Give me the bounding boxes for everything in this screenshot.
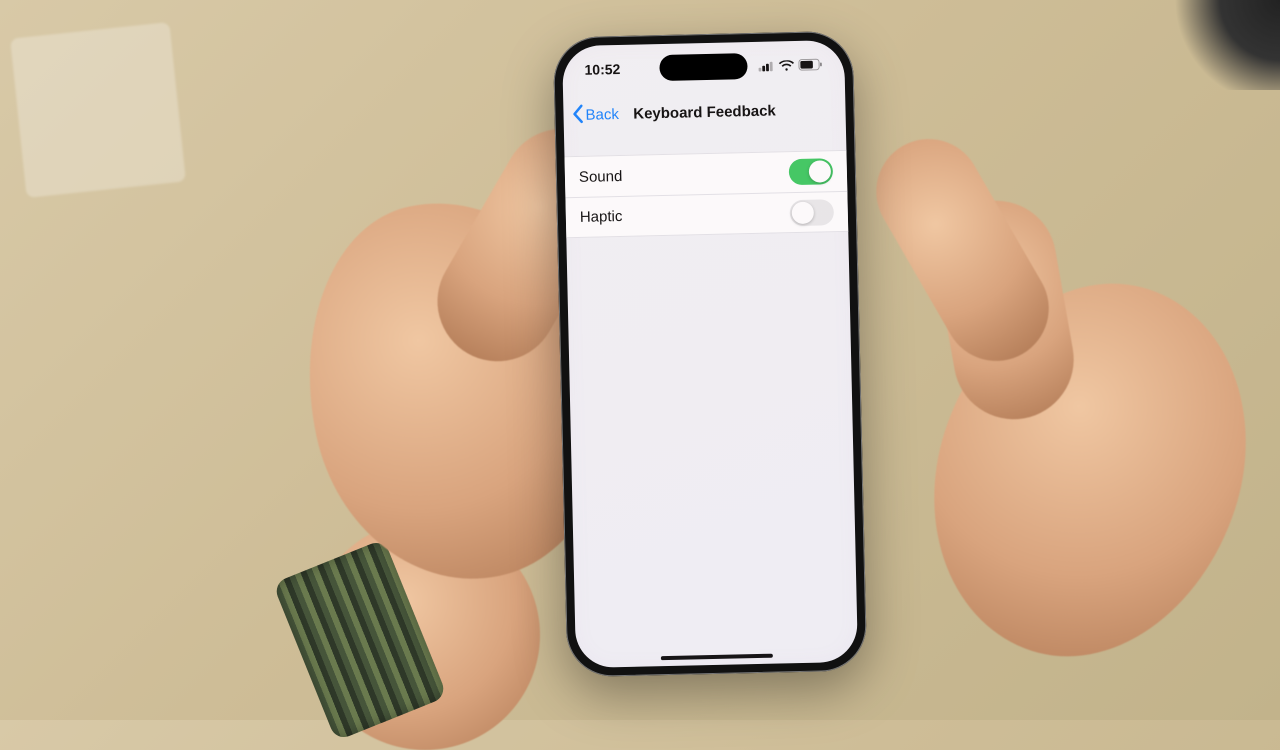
battery-icon bbox=[798, 58, 822, 71]
back-label: Back bbox=[585, 106, 619, 124]
settings-group: Sound Haptic bbox=[564, 150, 848, 238]
row-haptic-label: Haptic bbox=[580, 208, 623, 226]
row-sound-label: Sound bbox=[579, 167, 623, 185]
home-indicator[interactable] bbox=[661, 654, 773, 661]
background-dark-corner bbox=[1160, 0, 1280, 90]
row-haptic: Haptic bbox=[565, 191, 848, 237]
cellular-icon bbox=[758, 60, 774, 71]
chevron-left-icon bbox=[571, 103, 584, 127]
toggle-knob bbox=[792, 201, 814, 223]
sound-toggle[interactable] bbox=[789, 158, 834, 185]
navigation-bar: Back Keyboard Feedback bbox=[563, 88, 846, 138]
phone-frame: 10:52 Back Keyboard Feedback bbox=[553, 31, 867, 678]
row-sound: Sound bbox=[564, 151, 847, 197]
wifi-icon bbox=[778, 60, 794, 71]
dynamic-island bbox=[659, 53, 748, 81]
status-indicators bbox=[758, 58, 822, 71]
back-button[interactable]: Back bbox=[563, 103, 619, 128]
status-time: 10:52 bbox=[584, 61, 620, 78]
phone-screen: 10:52 Back Keyboard Feedback bbox=[562, 40, 858, 668]
toggle-knob bbox=[809, 160, 831, 182]
background-notepad bbox=[10, 22, 186, 198]
haptic-toggle[interactable] bbox=[790, 199, 835, 226]
